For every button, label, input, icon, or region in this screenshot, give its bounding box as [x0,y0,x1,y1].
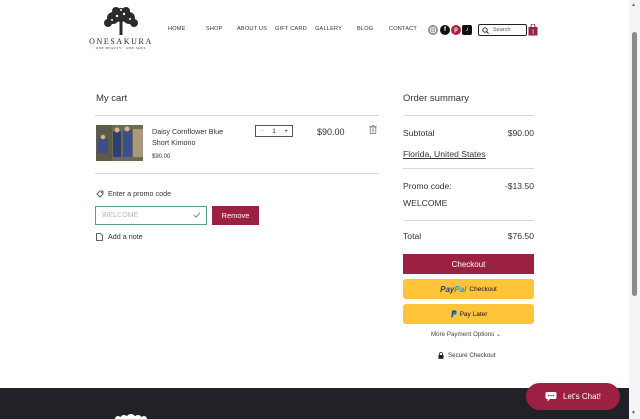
search-input[interactable]: Search [478,24,527,36]
scrollbar[interactable]: ▲ ▼ [629,0,640,419]
subtotal-value: $90.00 [507,128,534,138]
tiktok-icon[interactable]: ♪ [462,25,472,35]
quantity-decrease-button[interactable]: − [260,128,264,135]
brand-tagline: ONE BEAUTY · ONE SOUL [95,46,147,50]
cart-count: 1 [532,30,535,36]
more-payment-options-label: More Payment Options [431,331,495,338]
divider [403,220,534,221]
nav-gallery[interactable]: GALLERY [315,26,342,32]
promo-code-link[interactable]: Enter a promo code [96,189,171,198]
paypal-checkout-button[interactable]: PayPal Checkout [403,279,534,299]
product-total: $90.00 [317,127,345,137]
check-icon [193,212,201,218]
quantity-value[interactable]: 1 [272,128,276,135]
secure-checkout-note: Secure Checkout [438,352,495,359]
quantity-stepper[interactable]: − 1 + [255,125,293,137]
instagram-icon[interactable] [428,25,438,35]
checkout-button[interactable]: Checkout [403,254,534,274]
search-icon [482,26,489,34]
cart-title: My cart [96,93,128,104]
subtotal-label: Subtotal [403,128,435,138]
tag-icon [96,190,104,198]
cart-icon[interactable]: 1 [528,24,538,36]
product-name[interactable]: Daisy Cornflower Blue Short Kimono [152,126,242,148]
add-note-label: Add a note [108,232,143,241]
nav-home[interactable]: HOME [168,26,186,32]
promo-code-input[interactable]: WELCOME [95,206,207,225]
remove-promo-button[interactable]: Remove [212,206,259,225]
scroll-up-arrow-icon[interactable]: ▲ [631,2,636,8]
nav-contact[interactable]: CONTACT [389,26,417,32]
divider [403,168,534,169]
nav-gift-card[interactable]: GIFT CARD [275,26,307,32]
add-note-link[interactable]: Add a note [96,232,143,241]
nav-blog[interactable]: BLOG [357,26,373,32]
promo-code-value: WELCOME [102,212,139,219]
chat-button[interactable]: Let's Chat! [526,383,620,410]
search-placeholder: Search [493,27,511,33]
divider [95,173,379,174]
tree-logo-icon [104,7,138,35]
quantity-increase-button[interactable]: + [284,128,288,135]
nav-about-us[interactable]: ABOUT US [237,26,267,32]
paypal-logo: PayPal [440,284,467,294]
more-payment-options-link[interactable]: More Payment Options ⌄ [431,331,501,338]
footer-logo-icon [115,414,147,419]
shipping-location-link[interactable]: Florida, United States [403,149,486,159]
chat-bubble-icon [545,392,557,402]
paypal-p-icon [450,310,457,318]
product-image[interactable] [96,125,143,161]
total-value: $76.50 [507,231,534,241]
order-summary-title: Order summary [403,93,469,104]
pay-later-label: Pay Later [459,310,488,318]
total-label: Total [403,231,422,241]
chevron-down-icon: ⌄ [496,331,502,338]
divider [403,115,534,116]
lock-icon [438,352,444,359]
facebook-icon[interactable]: f [440,25,450,35]
pinterest-icon[interactable]: p [451,25,461,35]
promo-discount-value: -$13.50 [504,181,534,191]
scroll-down-arrow-icon[interactable]: ▼ [631,410,636,416]
promo-code-link-label: Enter a promo code [108,189,172,198]
chat-label: Let's Chat! [563,392,601,401]
secure-checkout-label: Secure Checkout [448,352,496,359]
applied-promo-code: WELCOME [403,198,448,208]
note-icon [96,232,103,241]
brand-name: ONESAKURA [89,37,153,46]
product-unit-price: $90.00 [152,154,171,160]
paypal-checkout-label: Checkout [469,285,497,293]
promo-code-label: Promo code: [403,181,452,191]
scrollbar-thumb[interactable] [632,32,637,296]
site-logo[interactable]: ONESAKURA ONE BEAUTY · ONE SOUL [86,6,156,50]
divider [95,115,379,116]
trash-icon[interactable] [369,125,377,134]
nav-shop[interactable]: SHOP [206,26,223,32]
paypal-pay-later-button[interactable]: Pay Later [403,304,534,324]
